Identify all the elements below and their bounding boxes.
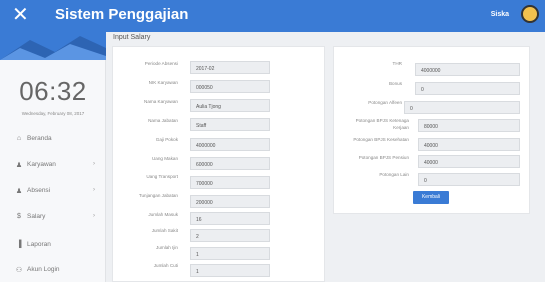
chevron-right-icon: › (93, 161, 95, 167)
sidebar-item-label: Beranda (27, 135, 52, 142)
field-label: Periode Absensi (144, 61, 178, 66)
sidebar-item-label: Akun Login (27, 266, 60, 273)
field-label: Potongan BPJS Pensiun (358, 155, 409, 160)
sidebar-item-label: Absensi (27, 187, 51, 194)
chart-icon: ▐ (16, 241, 22, 248)
section-title: Input Salary (113, 34, 151, 41)
nik-karyawan-input[interactable]: 000050 (190, 80, 270, 93)
sidebar-item-salary[interactable]: $ Salary › (0, 208, 106, 226)
gaji-pokok-input[interactable]: 4000000 (190, 138, 270, 151)
field-label: Potongan BPJS Ketenaga Kerjaan (355, 118, 409, 130)
field-label: Jumlah Sakit (151, 228, 178, 233)
sidebar-item-absensi[interactable]: ♟ Absensi › (0, 182, 106, 200)
jumlah-cuti-input[interactable]: 1 (190, 264, 270, 277)
field-label: NIK Karyawan (148, 80, 178, 85)
field-label: Potongan BPJS Kesehatan (353, 137, 409, 142)
tunjangan-jabatan-input[interactable]: 200000 (190, 195, 270, 208)
bonus-input[interactable]: 0 (415, 82, 520, 95)
jumlah-ijin-input[interactable]: 1 (190, 247, 270, 260)
field-label: Bonus (388, 81, 402, 86)
chevron-right-icon: › (93, 187, 95, 193)
user-icon: ♟ (15, 188, 23, 195)
app-title: Sistem Penggajian (55, 6, 189, 23)
uang-makan-input[interactable]: 600000 (190, 157, 270, 170)
field-label: Nama Jabatan (148, 118, 178, 123)
jumlah-masuk-input[interactable]: 16 (190, 212, 270, 225)
field-label: Potongan Alfeen (368, 100, 402, 105)
top-navbar: ✕ Sistem Penggajian Siska (0, 0, 545, 32)
sidebar-item-beranda[interactable]: ⌂ Beranda (0, 130, 106, 148)
field-label: Jumlah Ijin (156, 245, 178, 250)
field-label: Jumlah Cuti (153, 263, 178, 268)
field-label: Jumlah Masuk (148, 212, 178, 217)
field-label: Uang Makan (151, 156, 178, 161)
sidebar: 06:32 Wednesday, February 08, 2017 ⌂ Ber… (0, 32, 106, 282)
sidebar-banner (0, 32, 106, 60)
potongan-bpjs-pensiun-input[interactable]: 40000 (418, 155, 520, 168)
potongan-bpjs-kesehatan-input[interactable]: 40000 (418, 138, 520, 151)
sidebar-item-label: Salary (27, 213, 46, 220)
kembali-button[interactable]: Kembali (413, 191, 449, 204)
user-icon: ♟ (15, 162, 23, 169)
nama-jabatan-input[interactable]: Staff (190, 118, 270, 131)
field-label: Potongan Lain (379, 172, 409, 177)
thr-input[interactable]: 4000000 (415, 63, 520, 76)
field-label: Gaji Pokok (155, 137, 178, 142)
close-icon[interactable]: ✕ (12, 3, 29, 27)
field-label: Tunjangan Jabatan (138, 193, 178, 198)
sidebar-item-label: Laporan (27, 241, 51, 248)
users-icon: ⚇ (15, 267, 23, 274)
periode-absensi-input[interactable]: 2017-02 (190, 61, 270, 74)
date-label: Wednesday, February 08, 2017 (21, 111, 85, 116)
chevron-right-icon: › (93, 213, 95, 219)
potongan-lain-input[interactable]: 0 (418, 173, 520, 186)
clock: 06:32 (19, 76, 87, 106)
sidebar-item-laporan[interactable]: ▐ Laporan (0, 236, 106, 254)
sidebar-item-akun-login[interactable]: ⚇ Akun Login (0, 261, 106, 279)
avatar[interactable] (521, 5, 539, 23)
home-icon: ⌂ (16, 135, 22, 142)
field-label: THR (392, 61, 402, 66)
dollar-icon: $ (17, 213, 21, 220)
field-label: Uang Transport (146, 174, 178, 179)
user-name[interactable]: Siska (491, 11, 509, 18)
sidebar-item-label: Karyawan (27, 161, 56, 168)
potongan-bpjs-ketenagakerjaan-input[interactable]: 80000 (418, 119, 520, 132)
nama-karyawan-input[interactable]: Aulia Tjong (190, 99, 270, 112)
field-label: Nama Karyawan (144, 99, 178, 104)
jumlah-sakit-input[interactable]: 2 (190, 229, 270, 242)
uang-transport-input[interactable]: 700000 (190, 176, 270, 189)
sidebar-item-karyawan[interactable]: ♟ Karyawan › (0, 156, 106, 174)
potongan-alfeen-input[interactable]: 0 (404, 101, 520, 114)
